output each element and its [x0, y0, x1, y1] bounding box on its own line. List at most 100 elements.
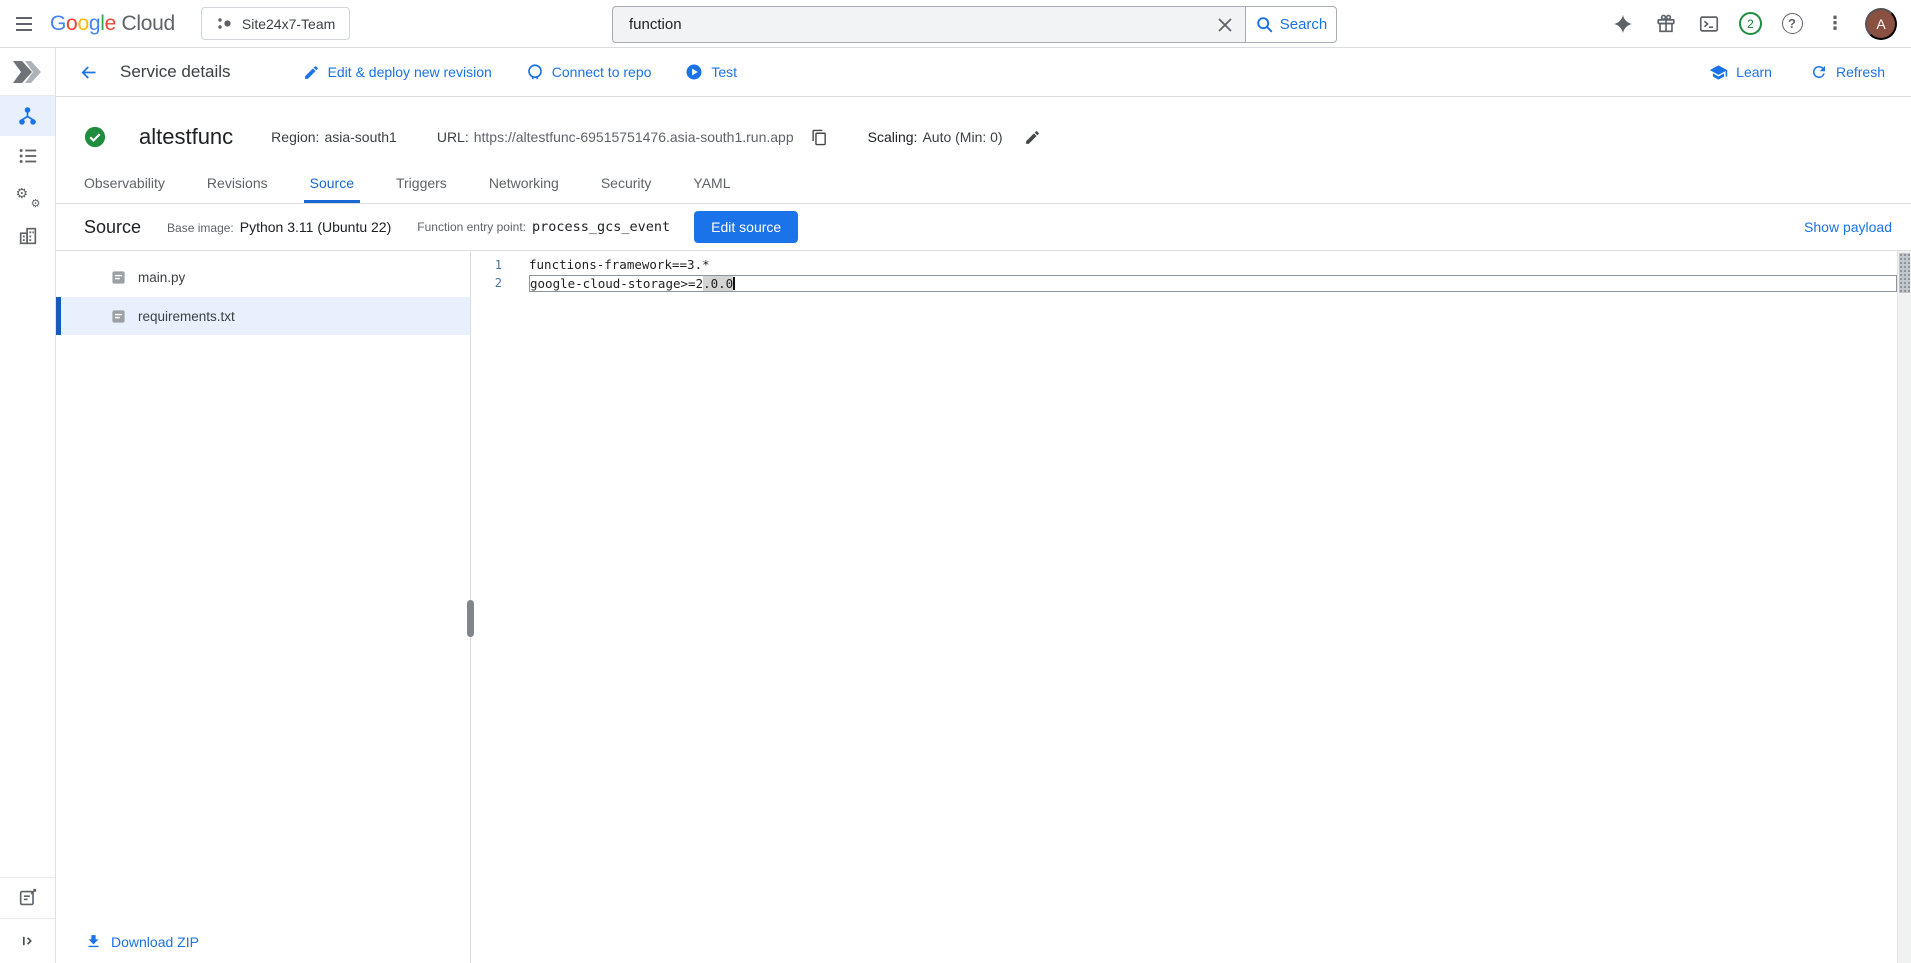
back-button[interactable] — [76, 60, 100, 84]
test-button[interactable]: Test — [685, 63, 737, 81]
play-circle-icon — [685, 63, 703, 81]
clear-search-button[interactable] — [1205, 7, 1245, 42]
cloud-run-logo — [0, 48, 55, 95]
show-payload-link[interactable]: Show payload — [1804, 219, 1892, 235]
source-title: Source — [84, 217, 141, 238]
source-toolbar: Source Base image: Python 3.11 (Ubuntu 2… — [56, 204, 1911, 251]
edit-deploy-label: Edit & deploy new revision — [328, 64, 492, 80]
topbar-utilities: 2 ? ⋮ A — [1610, 8, 1911, 40]
file-browser-panel: main.py requirements.txt Download ZIP — [56, 251, 471, 963]
search-input-container — [612, 6, 1245, 43]
rail-item-settings[interactable]: ⚙ ⚙ — [0, 176, 55, 216]
service-tabs: Observability Revisions Source Triggers … — [56, 165, 1911, 204]
edit-scaling-button[interactable] — [1024, 129, 1041, 146]
tab-source[interactable]: Source — [304, 165, 360, 203]
main-content: Service details Edit & deploy new revisi… — [56, 48, 1911, 963]
google-cloud-logo: Google Cloud — [50, 12, 175, 36]
source-workspace: main.py requirements.txt Download ZIP — [56, 251, 1911, 963]
tab-revisions[interactable]: Revisions — [201, 165, 274, 203]
tab-networking[interactable]: Networking — [483, 165, 565, 203]
file-icon — [111, 270, 126, 285]
code-text-before: google-cloud-storage>=2 — [530, 276, 703, 291]
help-icon: ? — [1782, 13, 1803, 34]
service-action-bar: Service details Edit & deploy new revisi… — [56, 48, 1911, 97]
tab-yaml[interactable]: YAML — [687, 165, 736, 203]
text-cursor — [733, 277, 735, 290]
service-meta: Region: asia-south1 URL: https://altestf… — [271, 129, 1040, 146]
panel-resize-handle[interactable] — [467, 600, 474, 637]
file-name: requirements.txt — [138, 309, 235, 324]
line-number: 1 — [471, 258, 502, 272]
download-icon — [85, 933, 102, 950]
more-options-button[interactable]: ⋮ — [1822, 11, 1848, 37]
download-zip-button[interactable]: Download ZIP — [85, 933, 199, 950]
gemini-button[interactable] — [1610, 11, 1636, 37]
scaling-group: Scaling: Auto (Min: 0) — [868, 129, 1041, 146]
main-menu-icon[interactable] — [0, 0, 48, 48]
avatar-initial: A — [1876, 16, 1885, 32]
list-icon — [17, 145, 39, 167]
rail-spacer — [0, 256, 55, 877]
action-links: Edit & deploy new revision Connect to re… — [303, 63, 738, 81]
code-editor[interactable]: 1 functions-framework==3.* 2 google-clou… — [471, 251, 1911, 963]
google-logo-text: Google Cloud — [50, 12, 175, 35]
page-title: Service details — [120, 62, 231, 82]
status-ok-icon — [84, 126, 106, 148]
edit-deploy-button[interactable]: Edit & deploy new revision — [303, 64, 492, 81]
rail-item-domains[interactable] — [0, 216, 55, 256]
code-text-selected: .0.0 — [703, 276, 733, 291]
entry-point-value: process_gcs_event — [532, 219, 670, 235]
help-button[interactable]: ? — [1779, 11, 1805, 37]
edit-source-button[interactable]: Edit source — [694, 211, 798, 243]
rail-item-services[interactable] — [0, 96, 55, 136]
tab-observability[interactable]: Observability — [78, 165, 171, 203]
gears-icon: ⚙ ⚙ — [16, 184, 40, 208]
scaling-value: Auto (Min: 0) — [922, 129, 1002, 145]
search-input[interactable] — [613, 16, 1205, 33]
cloud-run-logo-icon — [10, 57, 46, 87]
refresh-button[interactable]: Refresh — [1810, 63, 1885, 81]
file-row-requirements-txt[interactable]: requirements.txt — [56, 297, 470, 335]
gift-icon — [1655, 13, 1677, 35]
project-selector[interactable]: Site24x7-Team — [201, 7, 350, 40]
download-zip-label: Download ZIP — [111, 934, 199, 950]
rail-item-release-notes[interactable] — [0, 878, 55, 918]
refresh-label: Refresh — [1836, 64, 1885, 80]
region-group: Region: asia-south1 — [271, 129, 397, 145]
rail-expand-button[interactable] — [0, 919, 55, 963]
search-button-label: Search — [1280, 16, 1328, 33]
rail-item-jobs[interactable] — [0, 136, 55, 176]
active-sessions-badge[interactable]: 2 — [1739, 12, 1762, 35]
cloud-shell-button[interactable] — [1696, 11, 1722, 37]
file-row-main-py[interactable]: main.py — [56, 258, 470, 296]
pencil-icon — [303, 64, 320, 81]
tab-security[interactable]: Security — [595, 165, 658, 203]
account-avatar[interactable]: A — [1865, 8, 1897, 40]
terminal-icon — [1698, 13, 1720, 35]
test-label: Test — [711, 64, 737, 80]
sparkle-icon — [1612, 13, 1634, 35]
learn-button[interactable]: Learn — [1709, 63, 1772, 82]
editor-scrollbar[interactable] — [1897, 251, 1911, 963]
close-icon — [1217, 17, 1233, 33]
release-notes-icon — [17, 887, 39, 909]
connect-repo-button[interactable]: Connect to repo — [526, 63, 652, 81]
project-icon — [216, 16, 233, 31]
base-image-label: Base image: — [167, 221, 234, 235]
tab-triggers[interactable]: Triggers — [390, 165, 453, 203]
region-value: asia-south1 — [324, 129, 396, 145]
free-trial-gift-button[interactable] — [1653, 11, 1679, 37]
entry-point-label: Function entry point: — [417, 220, 526, 234]
top-app-bar: Google Cloud Site24x7-Team Search — [0, 0, 1911, 48]
copy-url-button[interactable] — [811, 129, 828, 146]
connect-repo-label: Connect to repo — [552, 64, 652, 80]
hamburger-icon — [14, 14, 34, 34]
editor-scrollbar-thumb[interactable] — [1899, 253, 1910, 293]
global-search: Search — [612, 6, 1337, 43]
search-button[interactable]: Search — [1245, 6, 1337, 43]
code-text: functions-framework==3.* — [529, 256, 1897, 274]
building-icon — [17, 225, 39, 247]
refresh-icon — [1810, 63, 1828, 81]
region-label: Region: — [271, 129, 319, 145]
copy-icon — [811, 129, 828, 146]
